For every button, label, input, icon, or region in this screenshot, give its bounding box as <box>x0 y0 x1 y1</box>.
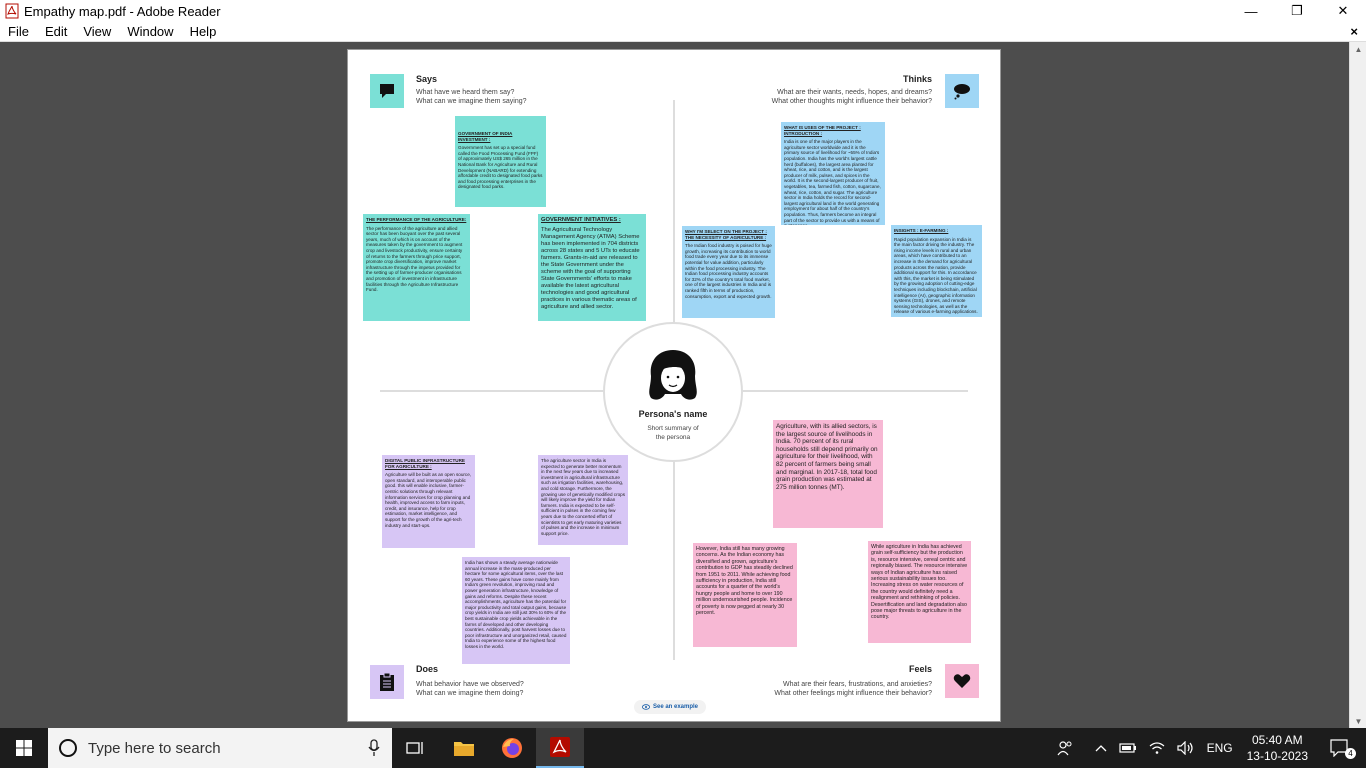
note-heading: GOVERNMENT INITIATIVES : <box>541 217 621 223</box>
menu-window[interactable]: Window <box>119 24 181 39</box>
sticky-note-thinks-1[interactable]: WHAT IS USES OF THE PROJECT : INTRODUCTI… <box>781 122 885 225</box>
sticky-note-thinks-3[interactable]: INSIGHTS : E-FARMING : Rapid population … <box>891 225 982 317</box>
sticky-note-feels-3[interactable]: While agriculture in India has achieved … <box>868 541 971 643</box>
sticky-note-thinks-2[interactable]: WHY I'M SELECT ON THE PROJECT : THE NECE… <box>682 226 775 318</box>
note-body: India has shown a steady average nationw… <box>465 560 567 649</box>
see-example-label: See an example <box>652 704 699 710</box>
battery-icon[interactable] <box>1113 742 1143 754</box>
volume-icon[interactable] <box>1171 741 1201 755</box>
firefox-icon <box>502 738 522 758</box>
sticky-note-does-2[interactable]: The agriculture sector in India is expec… <box>538 455 628 545</box>
note-body: However, India still has many growing co… <box>696 546 793 617</box>
notification-count-badge: 4 <box>1345 748 1356 759</box>
firefox-button[interactable] <box>488 728 536 768</box>
adobe-reader-button[interactable] <box>536 728 584 768</box>
persona-summary-line-2: the persona <box>655 433 691 441</box>
sticky-note-feels-1[interactable]: Agriculture, with its allied sectors, is… <box>773 420 883 528</box>
note-body: The Indian food industry is poised for h… <box>685 243 772 299</box>
note-body: The Agricultural Technology Management A… <box>541 227 640 310</box>
does-title: Does <box>416 664 439 674</box>
says-prompt-1: What have we heard them say? <box>416 89 515 96</box>
note-heading: WHY I'M SELECT ON THE PROJECT : THE NECE… <box>685 229 767 240</box>
persona-summary-line-1: Short summary of <box>647 425 699 432</box>
feels-prompt-2: What other feelings might influence thei… <box>774 690 932 697</box>
note-body: India is one of the major players in the… <box>784 139 881 225</box>
menu-view[interactable]: View <box>75 24 119 39</box>
speech-bubble-icon <box>370 74 404 108</box>
note-body: Government has set up a special fund cal… <box>458 145 543 190</box>
menu-bar: File Edit View Window Help × <box>0 22 1366 42</box>
system-tray: ENG 05:40 AM 13-10-2023 4 <box>1051 728 1366 768</box>
minimize-button[interactable]: — <box>1228 0 1274 22</box>
menu-help[interactable]: Help <box>182 24 225 39</box>
notification-center-icon[interactable]: 4 <box>1324 739 1356 759</box>
windows-logo-icon <box>16 740 32 756</box>
note-heading: GOVERNMENT OF INDIA INVESTMENT : <box>458 131 513 142</box>
thinks-prompt-2: What other thoughts might influence thei… <box>771 98 932 105</box>
sticky-note-does-1[interactable]: DIGITAL PUBLIC INFRASTRUCTURE FOR AGRICU… <box>382 455 475 548</box>
maximize-button[interactable]: ❐ <box>1274 0 1320 22</box>
search-icon <box>59 739 77 757</box>
thinks-title: Thinks <box>902 74 932 84</box>
eye-icon <box>641 704 650 710</box>
note-body: While agriculture in India has achieved … <box>871 544 968 621</box>
note-body: Agriculture will be built as an open sou… <box>385 472 472 528</box>
persona-summary: Short summary of the persona <box>603 425 743 442</box>
note-heading: WHAT IS USES OF THE PROJECT : INTRODUCTI… <box>784 125 861 136</box>
file-explorer-button[interactable] <box>440 728 488 768</box>
sticky-note-says-3[interactable]: GOVERNMENT INITIATIVES : The Agricultura… <box>538 214 646 321</box>
pdf-file-icon <box>5 3 19 19</box>
title-bar: Empathy map.pdf - Adobe Reader — ❐ ✕ <box>0 0 1366 22</box>
microphone-icon[interactable] <box>368 739 380 757</box>
feels-title: Feels <box>908 664 932 674</box>
does-prompt-2: What can we imagine them doing? <box>416 690 524 697</box>
close-button[interactable]: ✕ <box>1320 0 1366 22</box>
people-icon[interactable] <box>1051 740 1079 756</box>
thought-cloud-icon <box>945 74 979 108</box>
language-indicator[interactable]: ENG <box>1201 741 1239 755</box>
folder-icon <box>454 742 474 756</box>
feels-prompt-1: What are their fears, frustrations, and … <box>782 681 932 688</box>
start-button[interactable] <box>0 728 48 768</box>
clock[interactable]: 05:40 AM 13-10-2023 <box>1239 732 1316 764</box>
clock-date: 13-10-2023 <box>1246 749 1308 763</box>
chevron-up-icon[interactable] <box>1089 744 1113 752</box>
menu-edit[interactable]: Edit <box>37 24 75 39</box>
says-prompt-2: What can we imagine them saying? <box>416 98 527 105</box>
task-view-button[interactable] <box>392 728 440 768</box>
sticky-note-does-3[interactable]: India has shown a steady average nationw… <box>462 557 570 664</box>
note-body: The performance of the agriculture and a… <box>366 225 463 293</box>
persona-name: Persona's name <box>638 409 708 419</box>
note-heading: DIGITAL PUBLIC INFRASTRUCTURE FOR AGRICU… <box>385 458 465 469</box>
taskbar: Type here to search ENG 05:40 AM 13-10-2… <box>0 728 1366 768</box>
document-close-button[interactable]: × <box>1350 24 1358 39</box>
vertical-scrollbar[interactable]: ▲ ▼ <box>1349 42 1366 728</box>
says-title: Says <box>416 74 438 84</box>
note-body: Agriculture, with its allied sectors, is… <box>776 423 878 491</box>
menu-file[interactable]: File <box>0 24 37 39</box>
adobe-reader-icon <box>550 737 570 757</box>
see-example-button[interactable]: See an example <box>634 700 706 714</box>
heart-icon <box>945 664 979 698</box>
note-heading: THE PERFORMANCE OF THE AGRICULTURE: <box>366 217 467 222</box>
wifi-icon[interactable] <box>1143 741 1171 755</box>
clock-time: 05:40 AM <box>1251 733 1303 747</box>
pdf-page: Says What have we heard them say? What c… <box>347 49 1001 722</box>
note-body: The agriculture sector in India is expec… <box>541 458 626 536</box>
sticky-note-says-2[interactable]: THE PERFORMANCE OF THE AGRICULTURE: The … <box>363 214 470 321</box>
task-view-icon <box>406 742 423 754</box>
note-heading: INSIGHTS : E-FARMING : <box>894 228 949 233</box>
sticky-note-feels-2[interactable]: However, India still has many growing co… <box>693 543 797 647</box>
note-body: Rapid population expansion in India is t… <box>894 236 978 315</box>
sticky-note-says-1[interactable]: GOVERNMENT OF INDIA INVESTMENT : Governm… <box>455 116 546 207</box>
scroll-down-icon[interactable]: ▼ <box>1350 714 1366 728</box>
persona-avatar-icon <box>649 350 697 400</box>
search-placeholder: Type here to search <box>88 739 221 757</box>
does-prompt-1: What behavior have we observed? <box>416 681 524 688</box>
scroll-up-icon[interactable]: ▲ <box>1350 42 1366 56</box>
clipboard-icon <box>370 665 404 699</box>
window-title: Empathy map.pdf - Adobe Reader <box>24 3 221 19</box>
thinks-prompt-1: What are their wants, needs, hopes, and … <box>777 89 932 96</box>
taskbar-search-box[interactable]: Type here to search <box>48 728 392 768</box>
